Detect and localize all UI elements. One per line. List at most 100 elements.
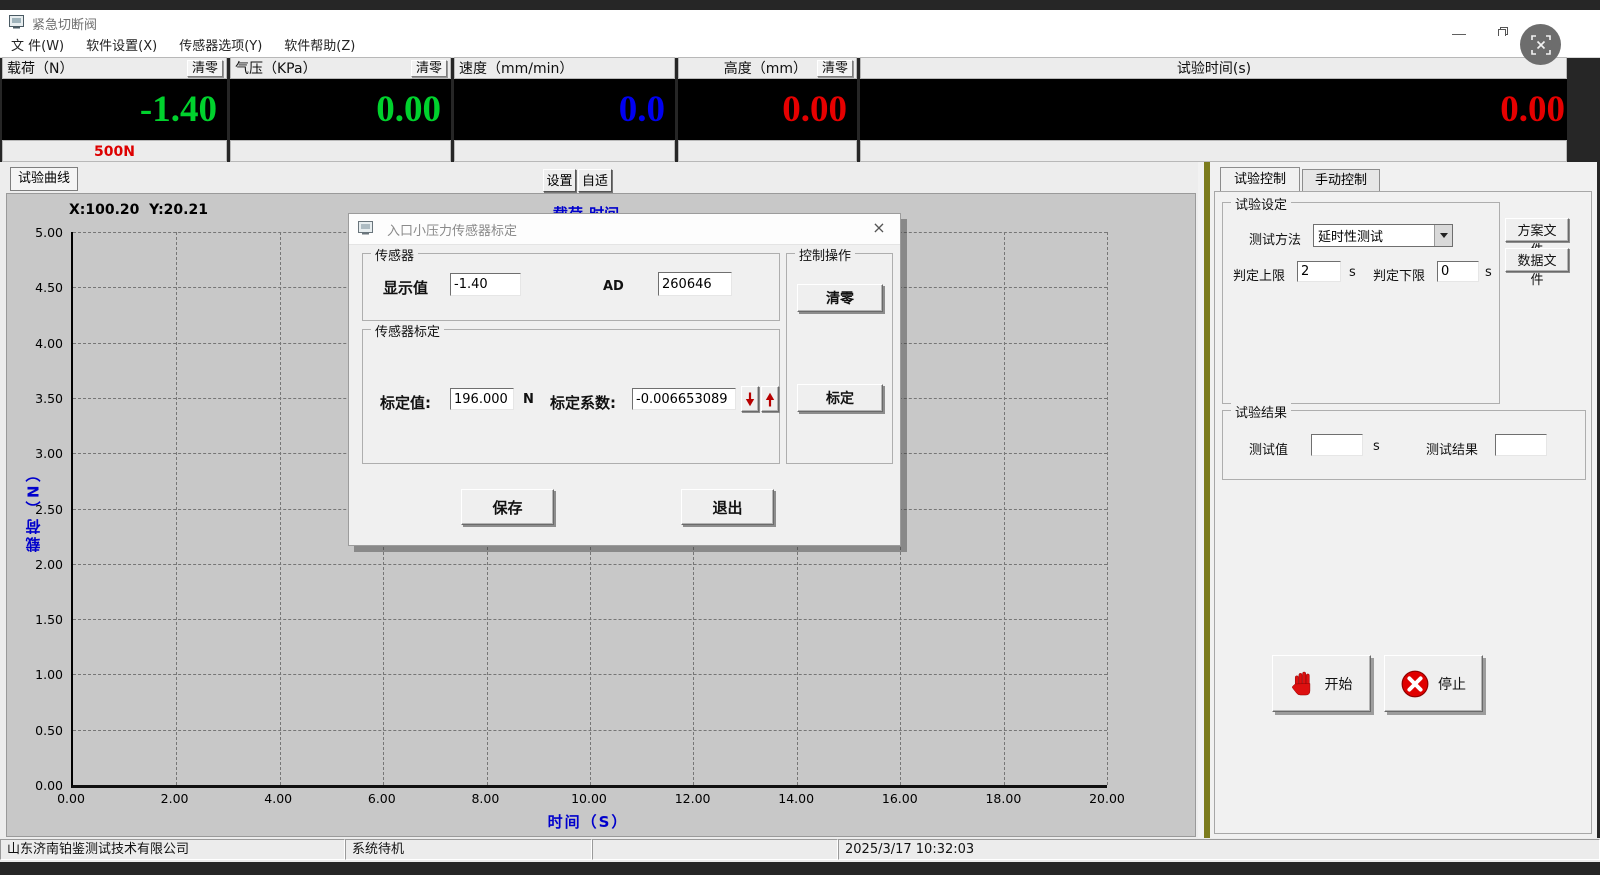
- load-label: 载荷（N）: [7, 58, 73, 78]
- menu-help[interactable]: 软件帮助(Z): [273, 36, 366, 57]
- stop-button[interactable]: 停止: [1384, 655, 1483, 712]
- test-settings-group-label: 试验设定: [1231, 194, 1291, 213]
- lower-limit-label: 判定下限: [1373, 265, 1425, 284]
- dialog-close-button[interactable]: ×: [866, 214, 892, 244]
- test-value-label: 测试值: [1249, 439, 1288, 458]
- height-display: 0.00: [678, 79, 857, 140]
- data-file-button[interactable]: 数据文件: [1505, 248, 1569, 272]
- y-tick-label: 0.50: [9, 723, 63, 738]
- status-company: 山东济南铂鉴测试技术有限公司: [0, 839, 345, 860]
- readout-header-speed: 速度（mm/min）: [454, 57, 675, 79]
- chevron-down-icon: [1440, 233, 1448, 238]
- x-tick-label: 10.00: [567, 791, 611, 806]
- coef-input[interactable]: [632, 388, 736, 410]
- readout-header-height: 高度（mm） 清零: [678, 57, 857, 79]
- dropdown-button[interactable]: [1434, 225, 1452, 246]
- title-bar: 紧急切断阀 — ×: [0, 10, 1600, 36]
- tab-test-control[interactable]: 试验控制: [1220, 167, 1300, 192]
- window-title: 紧急切断阀: [32, 14, 97, 33]
- y-tick-label: 2.00: [9, 557, 63, 572]
- clear-pressure-button[interactable]: 清零: [411, 60, 447, 77]
- upper-limit-input[interactable]: [1297, 261, 1341, 282]
- clear-load-button[interactable]: 清零: [187, 60, 223, 77]
- status-system-state: 系统待机: [345, 839, 592, 860]
- test-result-label: 测试结果: [1426, 439, 1478, 458]
- display-value-input[interactable]: [450, 273, 521, 296]
- test-results-group-label: 试验结果: [1231, 402, 1291, 421]
- tab-test-curve[interactable]: 试验曲线: [10, 167, 78, 191]
- dialog-title: 入口小压力传感器标定: [387, 220, 517, 239]
- cursor-coordinates: X:100.20 Y:20.21: [69, 202, 208, 218]
- height-value: 0.00: [782, 88, 847, 131]
- sensor-calibration-group: 传感器标定 标定值: N 标定系数:: [362, 329, 780, 464]
- height-label: 高度（mm）: [724, 58, 807, 78]
- exit-button[interactable]: 退出: [681, 489, 774, 525]
- load-range-strip: 500N: [2, 140, 227, 162]
- coef-label: 标定系数:: [550, 392, 616, 413]
- menu-file[interactable]: 文 件(W): [0, 36, 75, 57]
- x-tick-label: 6.00: [360, 791, 404, 806]
- dialog-calibrate-button[interactable]: 标定: [797, 384, 883, 412]
- status-spare: [592, 839, 838, 860]
- dialog-icon: [358, 220, 373, 239]
- readout-header-pressure: 气压（KPa） 清零: [230, 57, 451, 79]
- menu-bar: 文 件(W) 软件设置(X) 传感器选项(Y) 软件帮助(Z): [0, 36, 1600, 58]
- stop-button-label: 停止: [1438, 674, 1466, 694]
- readout-header-load: 载荷（N） 清零: [2, 57, 227, 79]
- tab-manual-control[interactable]: 手动控制: [1302, 169, 1380, 192]
- x-tick-label: 16.00: [878, 791, 922, 806]
- lower-limit-input[interactable]: [1437, 261, 1479, 282]
- cal-value-input[interactable]: [450, 388, 514, 410]
- clear-height-button[interactable]: 清零: [817, 60, 853, 77]
- arrow-down-icon: [744, 391, 756, 408]
- menu-sensor-options[interactable]: 传感器选项(Y): [168, 36, 273, 57]
- ad-value-input[interactable]: [658, 272, 732, 296]
- method-label: 测试方法: [1249, 229, 1301, 248]
- strip-3: [454, 140, 675, 162]
- chart-autofit-button[interactable]: 自适: [578, 169, 612, 192]
- chart-settings-button[interactable]: 设置: [543, 169, 576, 192]
- x-tick-label: 4.00: [256, 791, 300, 806]
- strip-5: [860, 140, 1567, 162]
- x-tick-label: 18.00: [981, 791, 1025, 806]
- sensor-calibration-label: 传感器标定: [371, 321, 444, 340]
- y-tick-label: 5.00: [9, 225, 63, 240]
- calibration-dialog: 入口小压力传感器标定 × 传感器 显示值 AD 控制操作 清零 标定 传感器标定…: [348, 213, 901, 546]
- sensor-group: 传感器 显示值 AD: [362, 253, 780, 321]
- screen-capture-badge[interactable]: [1520, 24, 1561, 65]
- menu-software-settings[interactable]: 软件设置(X): [75, 36, 168, 57]
- x-tick-labels: 0.002.004.006.008.0010.0012.0014.0016.00…: [71, 791, 1107, 809]
- readout-header-test-time: 试验时间(s): [860, 57, 1567, 79]
- pressure-display: 0.00: [230, 79, 451, 140]
- start-button[interactable]: 开始: [1272, 655, 1371, 712]
- dialog-zero-button[interactable]: 清零: [797, 284, 883, 312]
- pressure-value: 0.00: [376, 88, 441, 131]
- test-result-input[interactable]: [1495, 434, 1547, 456]
- gridline-v: [280, 232, 281, 785]
- cal-unit-label: N: [523, 392, 534, 407]
- test-time-value: 0.00: [1500, 88, 1565, 131]
- y-tick-label: 2.50: [9, 502, 63, 517]
- upper-limit-unit: s: [1349, 265, 1356, 280]
- status-bar: 山东济南铂鉴测试技术有限公司 系统待机 2025/3/17 10:32:03: [0, 838, 1600, 862]
- start-button-label: 开始: [1325, 674, 1353, 694]
- method-dropdown[interactable]: 延时性测试: [1313, 224, 1453, 247]
- control-operations-label: 控制操作: [795, 245, 855, 264]
- strip-2: [230, 140, 451, 162]
- plan-file-button[interactable]: 方案文件: [1505, 218, 1569, 242]
- test-time-label: 试验时间(s): [1177, 58, 1251, 78]
- coef-increase-button[interactable]: [761, 386, 779, 412]
- lower-limit-unit: s: [1485, 265, 1492, 280]
- y-tick-label: 3.00: [9, 446, 63, 461]
- stop-icon: [1401, 670, 1429, 698]
- strip-4: [678, 140, 857, 162]
- save-button[interactable]: 保存: [461, 489, 554, 525]
- hand-icon: [1291, 669, 1316, 698]
- x-tick-label: 2.00: [153, 791, 197, 806]
- coef-decrease-button[interactable]: [741, 386, 759, 412]
- y-tick-labels: 0.000.501.001.502.002.503.003.504.004.50…: [9, 232, 67, 785]
- test-value-input[interactable]: [1311, 434, 1363, 456]
- x-tick-label: 8.00: [463, 791, 507, 806]
- gridline-v: [176, 232, 177, 785]
- dialog-title-bar: 入口小压力传感器标定 ×: [349, 214, 900, 245]
